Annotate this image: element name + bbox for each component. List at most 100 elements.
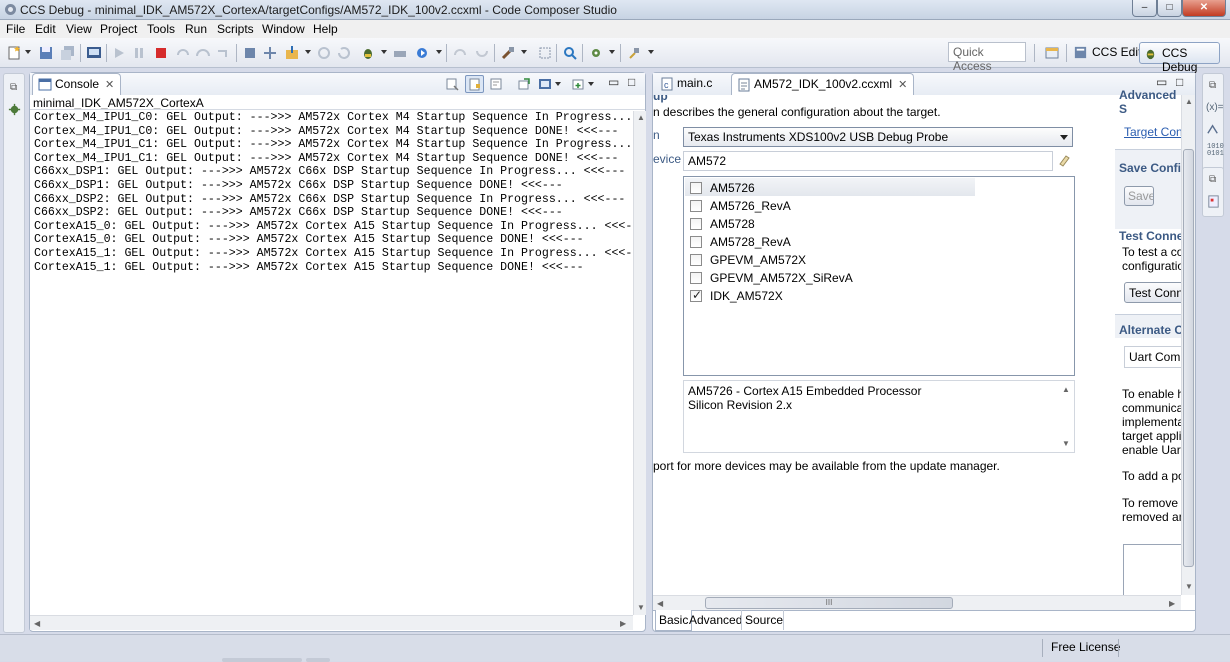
scroll-up-icon[interactable]: ▲ — [1185, 97, 1193, 106]
registers-icon[interactable]: 1010 0101 — [1207, 144, 1224, 158]
eraser-icon[interactable] — [1057, 153, 1071, 167]
pin-console-icon[interactable] — [517, 77, 531, 91]
perspective-ccs-edit[interactable]: CCS Edit — [1070, 42, 1145, 64]
device-row[interactable]: AM5728_RevA — [690, 234, 990, 252]
display-console-dropdown-icon[interactable] — [555, 82, 561, 86]
scroll-down-icon[interactable]: ▼ — [1185, 582, 1193, 591]
license-status[interactable]: Free License — [1051, 640, 1120, 654]
tab-basic[interactable]: Basic — [655, 610, 693, 631]
run-ext-icon[interactable] — [414, 45, 430, 61]
next-annotation-icon[interactable] — [452, 45, 468, 61]
console-hscrollbar[interactable]: ◀ ▶ — [30, 615, 633, 630]
scroll-right-icon[interactable]: ▶ — [1169, 599, 1175, 608]
prev-annotation-icon[interactable] — [474, 45, 490, 61]
close-button[interactable]: ✕ — [1182, 0, 1226, 17]
device-checkbox[interactable] — [690, 288, 702, 302]
display-console-icon[interactable] — [538, 77, 552, 91]
tools-dropdown-icon[interactable] — [521, 50, 527, 54]
device-row[interactable]: GPEVM_AM572X — [690, 252, 990, 270]
debug-dropdown-icon[interactable] — [381, 50, 387, 54]
pin-dropdown-icon[interactable] — [648, 50, 654, 54]
run-ext-dropdown-icon[interactable] — [436, 50, 442, 54]
open-console-dropdown-icon[interactable] — [588, 82, 594, 86]
new-icon[interactable] — [6, 45, 22, 61]
device-info-box[interactable]: AM5726 - Cortex A15 Embedded Processor S… — [683, 380, 1075, 453]
device-row[interactable]: AM5726 — [690, 180, 990, 198]
minimize-button[interactable]: – — [1132, 0, 1157, 17]
close-tab-icon[interactable]: ✕ — [105, 79, 114, 91]
menu-scripts[interactable]: Scripts — [217, 22, 254, 36]
device-filter-input[interactable]: AM572 — [683, 151, 1053, 171]
load-icon[interactable] — [284, 45, 300, 61]
perspective-ccs-debug[interactable]: CCS Debug — [1139, 42, 1220, 74]
menu-project[interactable]: Project — [100, 22, 137, 36]
restore-icon[interactable]: ⧉ — [1209, 174, 1216, 185]
menu-run[interactable]: Run — [185, 22, 207, 36]
connection-select[interactable]: Texas Instruments XDS100v2 USB Debug Pro… — [683, 127, 1073, 147]
reset-icon[interactable] — [316, 45, 332, 61]
scroll-lock-button[interactable] — [465, 75, 484, 93]
tab-advanced[interactable]: Advanced — [689, 613, 742, 627]
open-console-icon[interactable] — [571, 77, 585, 91]
device-row[interactable]: GPEVM_AM572X_SiRevA — [690, 270, 990, 288]
close-tab-icon[interactable]: ✕ — [898, 79, 907, 91]
suspend-icon[interactable] — [131, 45, 147, 61]
scroll-down-icon[interactable]: ▼ — [1062, 439, 1070, 448]
menu-help[interactable]: Help — [313, 22, 338, 36]
device-row[interactable]: IDK_AM572X — [690, 288, 990, 306]
device-checkbox[interactable] — [690, 182, 702, 194]
tools-icon[interactable] — [500, 45, 516, 61]
expressions-icon[interactable] — [1206, 122, 1221, 137]
device-list[interactable]: AM5726 AM5726_RevA AM5728 AM5728_RevA GP… — [683, 176, 1075, 376]
device-checkbox[interactable] — [690, 236, 702, 248]
scroll-down-icon[interactable]: ▼ — [637, 603, 645, 612]
console-vscrollbar[interactable]: ▲ ▼ — [633, 111, 646, 615]
debug-icon[interactable] — [360, 45, 376, 61]
test-connection-button[interactable]: Test Conne — [1124, 282, 1183, 303]
tab-console[interactable]: Console ✕ — [32, 73, 122, 95]
quick-access-input[interactable]: Quick Access — [948, 42, 1026, 73]
open-element-icon[interactable] — [537, 45, 553, 61]
device-checkbox[interactable] — [690, 218, 702, 230]
maximize-view-icon[interactable]: □ — [628, 75, 635, 89]
editor-hscrollbar[interactable]: ◀ III ▶ — [653, 595, 1181, 610]
search-icon[interactable] — [562, 45, 578, 61]
scroll-up-icon[interactable]: ▲ — [637, 113, 645, 122]
connect-icon[interactable] — [262, 45, 278, 61]
gear-icon[interactable] — [588, 45, 604, 61]
step-into-icon[interactable] — [175, 45, 191, 61]
restore-icon[interactable]: ⧉ — [10, 82, 17, 93]
pin-icon[interactable] — [626, 45, 642, 61]
target-configuration-link[interactable]: Target Conf — [1124, 125, 1183, 139]
editor-vscrollbar[interactable]: ▲ ▼ — [1181, 95, 1195, 595]
gear-dropdown-icon[interactable] — [609, 50, 615, 54]
save-button[interactable]: Save — [1124, 186, 1154, 206]
menu-view[interactable]: View — [66, 22, 92, 36]
step-over-icon[interactable] — [195, 45, 211, 61]
device-checkbox[interactable] — [690, 272, 702, 284]
device-checkbox[interactable] — [690, 200, 702, 212]
terminal-icon[interactable] — [86, 45, 102, 61]
restore-icon[interactable]: ⧉ — [1209, 80, 1216, 91]
core-icon[interactable] — [242, 45, 258, 61]
outline-icon[interactable] — [1206, 194, 1221, 209]
clear-console-icon[interactable] — [445, 77, 459, 91]
terminate-icon[interactable] — [153, 45, 169, 61]
device-row[interactable]: AM5726_RevA — [690, 198, 990, 216]
menu-edit[interactable]: Edit — [35, 22, 56, 36]
menu-tools[interactable]: Tools — [147, 22, 175, 36]
load-dropdown-icon[interactable] — [305, 50, 311, 54]
debug-view-icon[interactable] — [7, 102, 22, 117]
uart-list[interactable] — [1123, 544, 1183, 595]
minimize-view-icon[interactable]: ▭ — [608, 75, 619, 89]
maximize-button[interactable]: □ — [1157, 0, 1182, 17]
scroll-right-icon[interactable]: ▶ — [620, 619, 626, 628]
restart-icon[interactable] — [336, 45, 352, 61]
memory-icon[interactable] — [392, 45, 408, 61]
device-row[interactable]: AM5728 — [690, 216, 990, 234]
new-dropdown-icon[interactable] — [25, 50, 31, 54]
console-output[interactable]: Cortex_M4_IPU1_C0: GEL Output: --->>> AM… — [34, 111, 631, 611]
tab-main-c[interactable]: c main.c — [655, 73, 718, 95]
vscroll-thumb[interactable] — [1183, 149, 1194, 567]
variables-icon[interactable]: (x)= — [1206, 102, 1224, 113]
